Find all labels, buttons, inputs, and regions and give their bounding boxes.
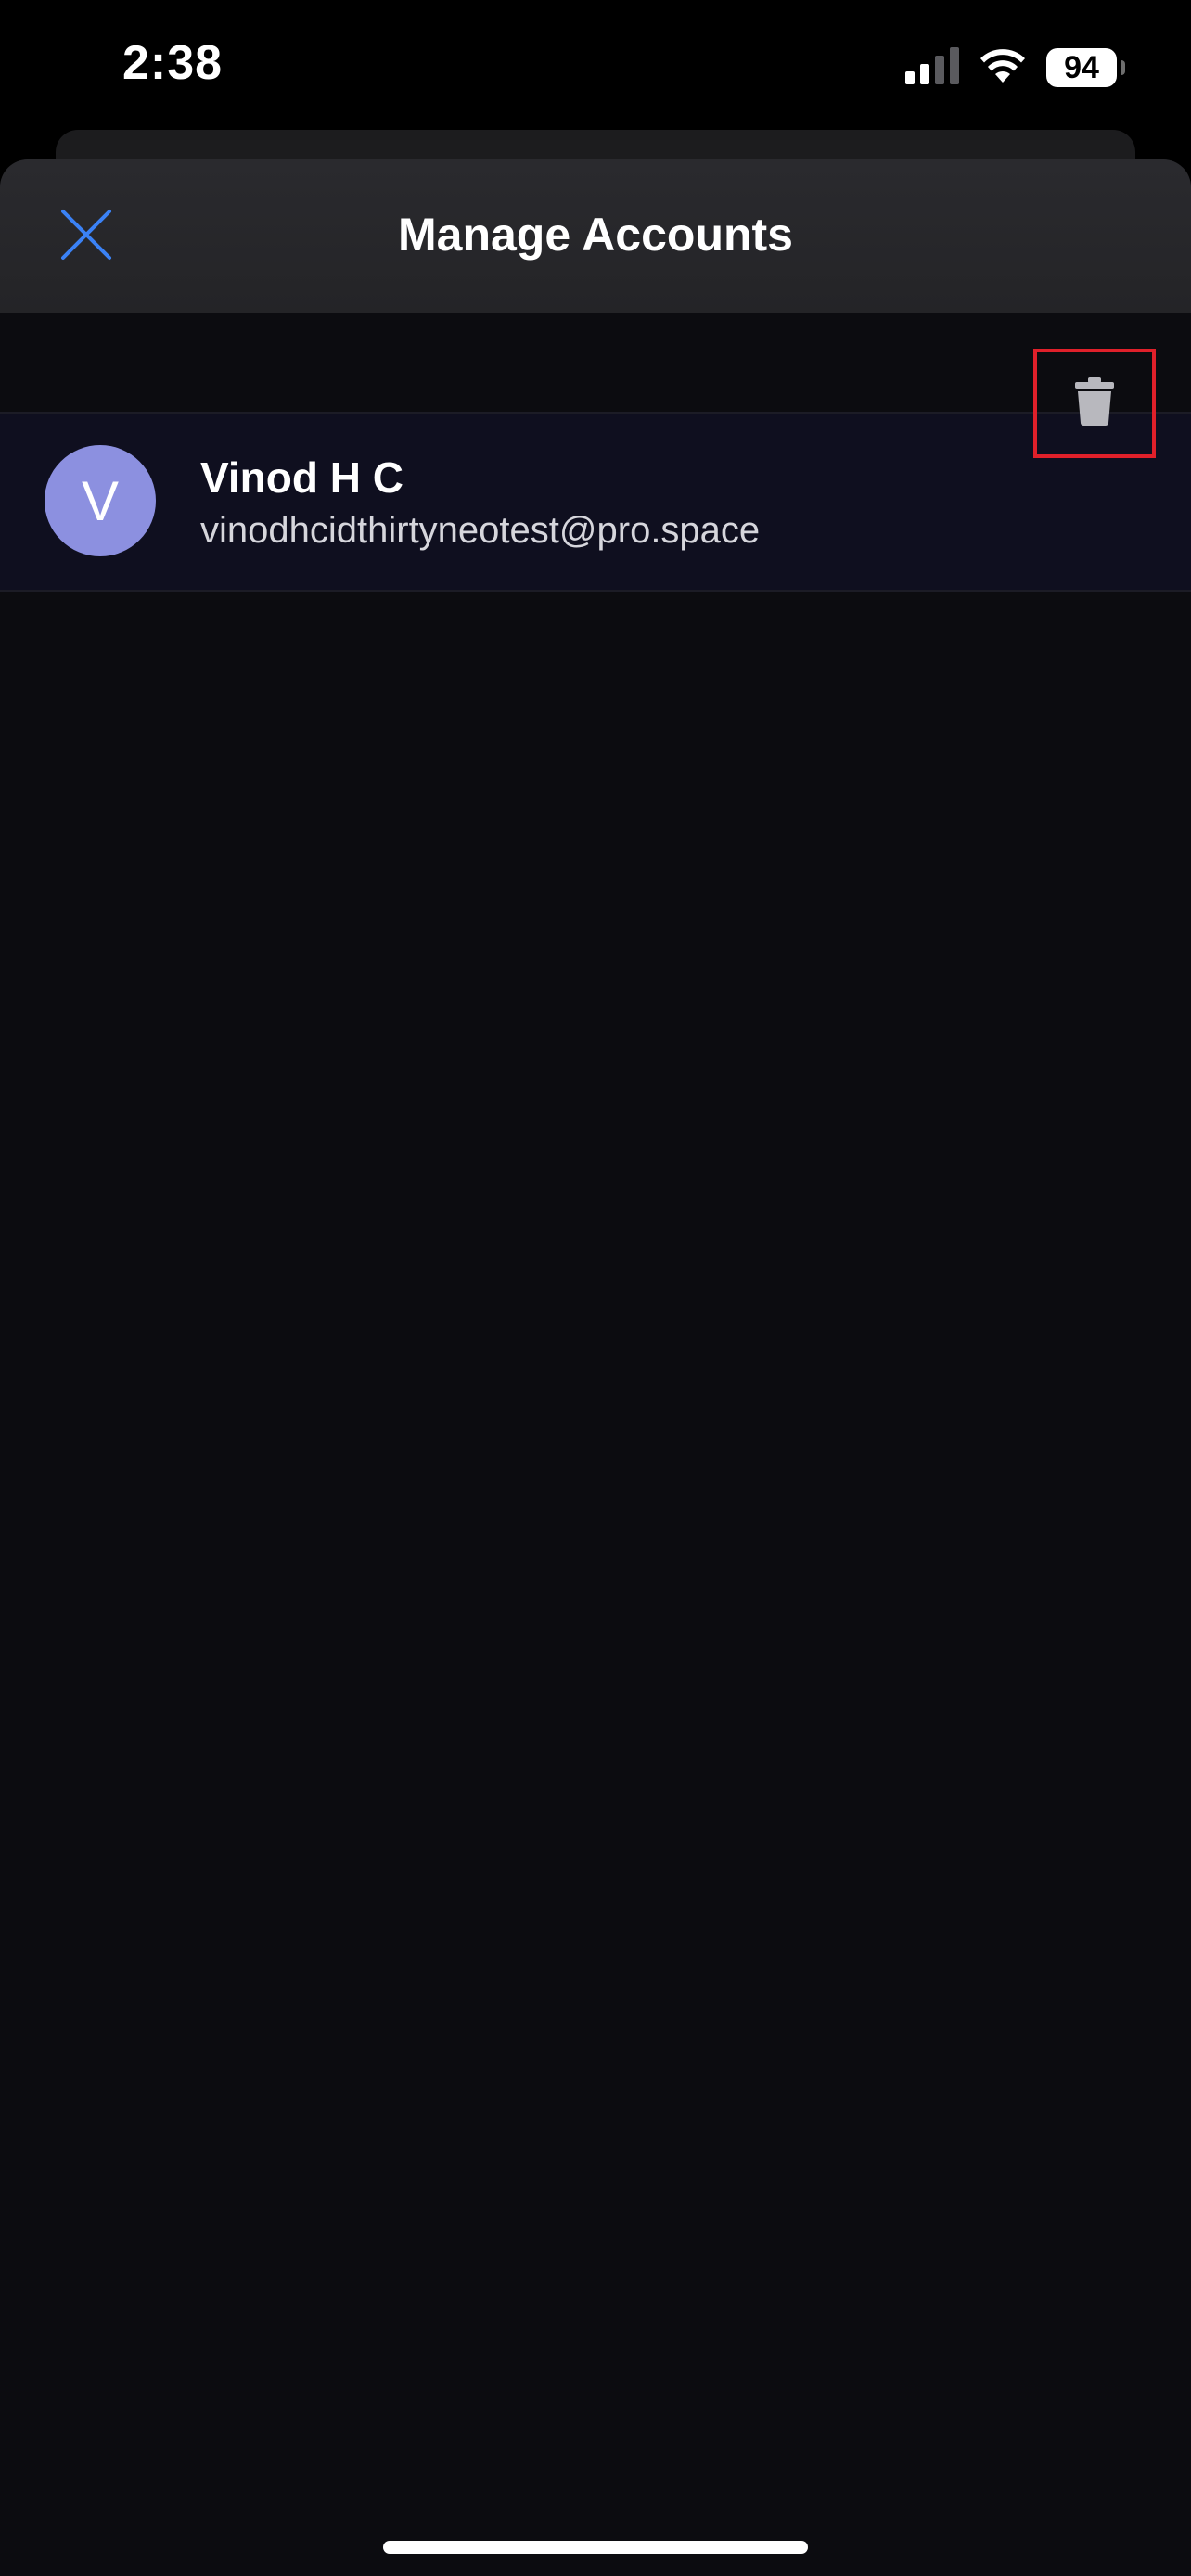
avatar-initial: V bbox=[81, 469, 120, 532]
trash-icon bbox=[1075, 376, 1114, 430]
cellular-signal-icon bbox=[905, 46, 959, 89]
wifi-icon bbox=[980, 47, 1026, 89]
delete-account-button[interactable] bbox=[1033, 349, 1156, 458]
account-email: vinodhcidthirtyneotest@pro.space bbox=[200, 510, 761, 551]
status-time: 2:38 bbox=[122, 36, 224, 90]
account-row[interactable]: V Vinod H C vinodhcidthirtyneotest@pro.s… bbox=[0, 412, 1191, 592]
account-name: Vinod H C bbox=[200, 453, 403, 502]
battery-tip bbox=[1121, 60, 1125, 75]
page-title: Manage Accounts bbox=[397, 209, 793, 261]
status-bar: 2:38 94 bbox=[0, 0, 1191, 130]
battery-percent: 94 bbox=[1064, 49, 1099, 85]
manage-accounts-sheet: Manage Accounts V Vinod H C vinodhcidthi… bbox=[0, 159, 1191, 2576]
home-indicator bbox=[383, 2541, 808, 2554]
status-icons: 94 bbox=[905, 45, 1125, 91]
avatar: V bbox=[45, 445, 156, 556]
nav-bar: Manage Accounts bbox=[0, 159, 1191, 313]
battery-indicator: 94 bbox=[1046, 48, 1125, 87]
